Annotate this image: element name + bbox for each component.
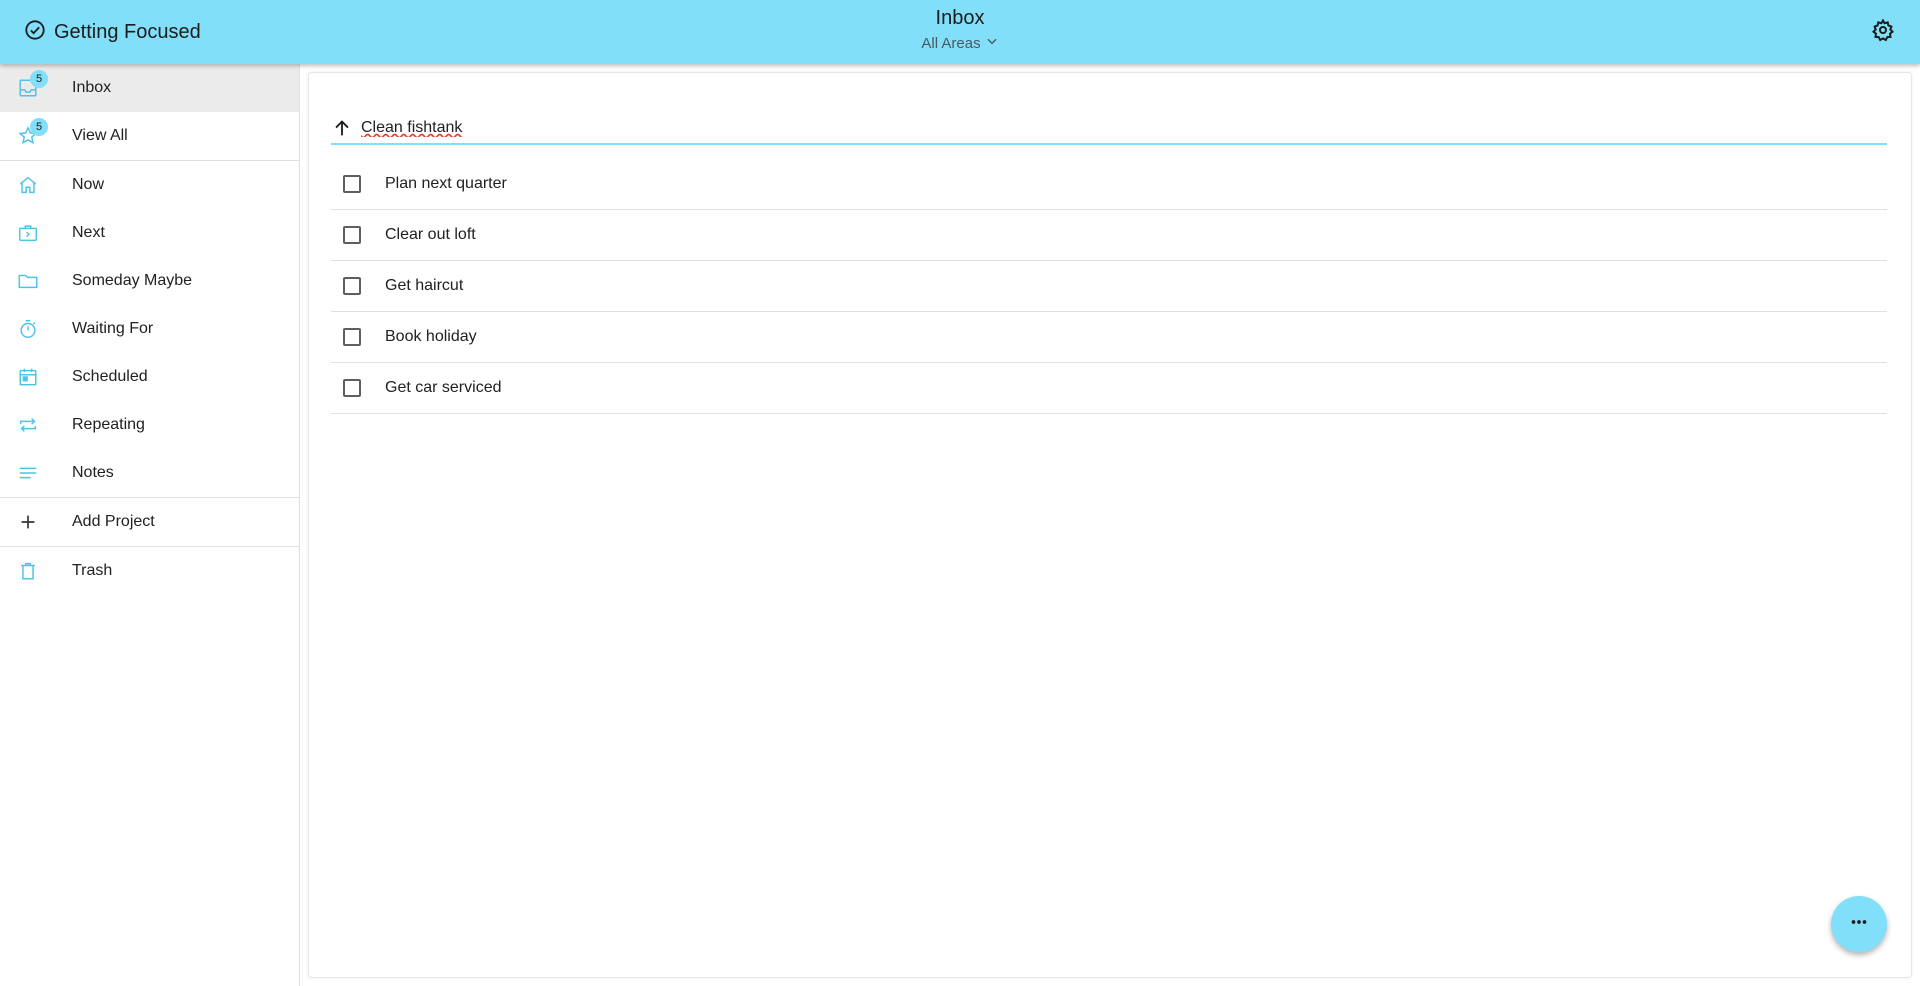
chevron-down-icon <box>985 34 999 52</box>
sidebar-item-label: Notes <box>72 464 114 481</box>
task-row[interactable]: Get car serviced <box>331 363 1887 414</box>
trash-icon <box>16 559 40 583</box>
sidebar-item-label: Waiting For <box>72 320 154 337</box>
task-checkbox[interactable] <box>343 328 361 346</box>
folder-icon <box>16 269 40 293</box>
inbox-count-badge: 5 <box>30 70 48 88</box>
briefcase-icon <box>16 221 40 245</box>
sidebar-item-view-all[interactable]: 5 View All <box>0 112 299 160</box>
task-row[interactable]: Plan next quarter <box>331 159 1887 210</box>
area-selector[interactable]: All Areas <box>921 34 998 52</box>
area-selector-label: All Areas <box>921 34 981 52</box>
sidebar-item-label: Inbox <box>72 79 112 96</box>
task-checkbox[interactable] <box>343 379 361 397</box>
sidebar-item-label: Add Project <box>72 513 155 530</box>
sidebar-item-label: Trash <box>72 562 113 579</box>
task-row[interactable]: Clear out loft <box>331 210 1887 261</box>
task-label[interactable]: Book holiday <box>385 328 477 346</box>
sidebar-item-add-project[interactable]: Add Project <box>0 498 299 546</box>
task-list: Plan next quarter Clear out loft Get hai… <box>331 159 1887 414</box>
sidebar-item-label: Scheduled <box>72 368 148 385</box>
sidebar-item-scheduled[interactable]: Scheduled <box>0 353 299 401</box>
sidebar-item-inbox[interactable]: 5 Inbox <box>0 64 299 112</box>
task-label[interactable]: Clear out loft <box>385 226 476 244</box>
sidebar-item-someday-maybe[interactable]: Someday Maybe <box>0 257 299 305</box>
task-label[interactable]: Get car serviced <box>385 379 501 397</box>
view-all-count-badge: 5 <box>30 118 48 136</box>
task-label[interactable]: Plan next quarter <box>385 175 507 193</box>
sidebar-item-label: Repeating <box>72 416 145 433</box>
new-item-row <box>331 113 1887 145</box>
task-checkbox[interactable] <box>343 277 361 295</box>
gear-icon <box>1871 18 1895 47</box>
sidebar-item-label: View All <box>72 127 128 144</box>
task-checkbox[interactable] <box>343 175 361 193</box>
title-block: Inbox All Areas <box>0 6 1920 53</box>
plus-icon <box>16 510 40 534</box>
app-bar: Getting Focused Inbox All Areas <box>0 0 1920 64</box>
sidebar-item-repeating[interactable]: Repeating <box>0 401 299 449</box>
task-row[interactable]: Get haircut <box>331 261 1887 312</box>
sidebar-item-label: Next <box>72 224 105 241</box>
task-label[interactable]: Get haircut <box>385 277 463 295</box>
settings-button[interactable] <box>1868 17 1898 47</box>
sidebar-item-label: Someday Maybe <box>72 272 193 289</box>
page-title: Inbox <box>935 7 985 29</box>
stopwatch-icon <box>16 317 40 341</box>
sidebar-item-notes[interactable]: Notes <box>0 449 299 497</box>
more-actions-button[interactable] <box>1831 896 1887 952</box>
home-icon <box>16 173 40 197</box>
calendar-icon <box>16 365 40 389</box>
sidebar-item-next[interactable]: Next <box>0 209 299 257</box>
sidebar-item-now[interactable]: Now <box>0 161 299 209</box>
task-checkbox[interactable] <box>343 226 361 244</box>
more-horizontal-icon <box>1848 911 1870 938</box>
notes-icon <box>16 461 40 485</box>
sidebar-item-waiting-for[interactable]: Waiting For <box>0 305 299 353</box>
new-item-input[interactable] <box>361 119 1861 137</box>
task-row[interactable]: Book holiday <box>331 312 1887 363</box>
sidebar-item-trash[interactable]: Trash <box>0 547 299 595</box>
arrow-up-icon[interactable] <box>331 117 353 139</box>
sidebar-item-label: Now <box>72 176 105 193</box>
repeat-icon <box>16 413 40 437</box>
sidebar: 5 Inbox 5 View All Now Next Someday Mayb… <box>0 64 300 986</box>
main-panel: Plan next quarter Clear out loft Get hai… <box>308 72 1912 978</box>
